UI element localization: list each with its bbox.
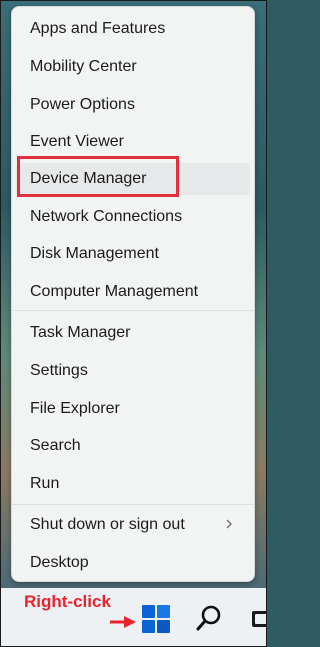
menu-item-settings[interactable]: Settings	[16, 355, 250, 387]
menu-item-label: Search	[30, 437, 81, 454]
menu-item-label: Settings	[30, 362, 88, 379]
chevron-right-icon	[226, 519, 232, 529]
menu-item-power-options[interactable]: Power Options	[16, 89, 250, 121]
menu-item-label: Event Viewer	[30, 133, 124, 150]
menu-item-label: Computer Management	[30, 283, 199, 300]
menu-item-desktop[interactable]: Desktop	[16, 547, 250, 579]
menu-item-network-connections[interactable]: Network Connections	[16, 201, 250, 233]
menu-item-label: Apps and Features	[30, 20, 166, 37]
task-view-icon[interactable]	[249, 605, 267, 631]
menu-divider	[11, 310, 255, 311]
menu-divider	[11, 504, 255, 505]
menu-item-label: Mobility Center	[30, 58, 137, 75]
menu-item-label: Shut down or sign out	[30, 516, 185, 533]
menu-item-label: Task Manager	[30, 324, 131, 341]
arrow-right-icon	[110, 616, 136, 628]
menu-item-label: Disk Management	[30, 245, 159, 262]
windows-start-icon[interactable]	[141, 604, 171, 634]
menu-item-label: Run	[30, 475, 60, 492]
menu-item-task-manager[interactable]: Task Manager	[16, 317, 250, 349]
menu-item-run[interactable]: Run	[16, 468, 250, 500]
menu-item-label: Power Options	[30, 96, 135, 113]
menu-item-label: Desktop	[30, 554, 89, 571]
menu-item-computer-management[interactable]: Computer Management	[16, 276, 250, 308]
menu-item-label: Network Connections	[30, 208, 183, 225]
menu-item-event-viewer[interactable]: Event Viewer	[16, 126, 250, 158]
menu-item-search[interactable]: Search	[16, 430, 250, 462]
menu-item-mobility-center[interactable]: Mobility Center	[16, 51, 250, 83]
menu-item-label: File Explorer	[30, 400, 120, 417]
menu-item-file-explorer[interactable]: File Explorer	[16, 393, 250, 425]
search-icon[interactable]	[195, 604, 223, 632]
menu-item-apps-and-features[interactable]: Apps and Features	[16, 13, 250, 45]
menu-item-shut-down-or-sign-out[interactable]: Shut down or sign out	[16, 509, 250, 541]
right-click-annotation: Right-click	[24, 592, 111, 611]
highlight-box	[17, 156, 179, 197]
menu-item-disk-management[interactable]: Disk Management	[16, 238, 250, 270]
winx-context-menu: Apps and Features Mobility Center Power …	[11, 6, 255, 582]
